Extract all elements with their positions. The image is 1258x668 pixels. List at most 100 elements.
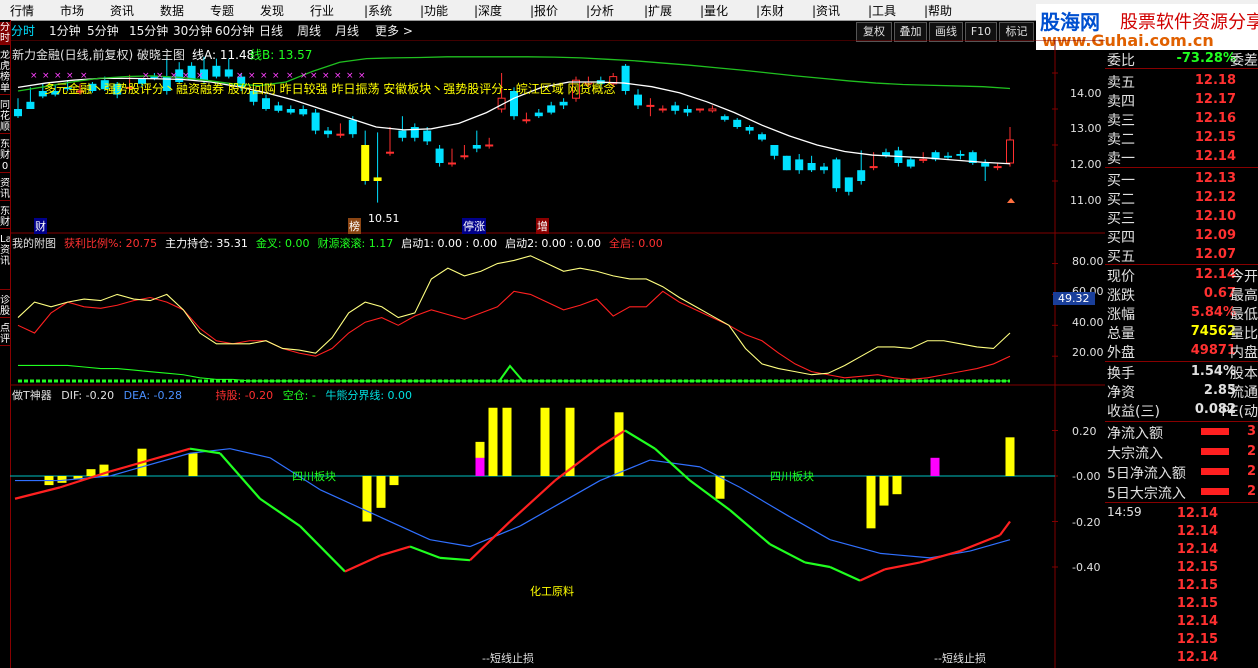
toolbar-button[interactable]: 标记: [999, 22, 1034, 42]
candle-body: [658, 108, 667, 111]
tick-price: 12.15: [1176, 632, 1218, 647]
dif-line: [554, 445, 601, 482]
timeframe-0[interactable]: 分时: [11, 22, 35, 39]
candle-body: [435, 148, 444, 163]
menu-item[interactable]: |资讯: [812, 2, 840, 19]
candle-body: [460, 155, 469, 158]
candle-body: [311, 112, 320, 131]
sub2-dea: DEA: -0.28: [123, 389, 183, 402]
candle-body: [820, 166, 828, 171]
left-tab[interactable]: 东财0: [0, 139, 10, 173]
sub1-header: 我的附图 获利比例%: 20.75 主力持仓: 35.31 金叉: 0.00 财源滚滚:…: [12, 235, 671, 251]
menu-item[interactable]: |帮助: [924, 2, 952, 19]
menu-item[interactable]: |量化: [700, 2, 728, 19]
menu-item[interactable]: |深度: [474, 2, 502, 19]
sub2-y-label: -0.40: [1072, 561, 1101, 574]
bid-value: 12.09: [1194, 228, 1236, 243]
menu-item[interactable]: 市场: [60, 2, 84, 19]
left-tab[interactable]: 东财: [0, 206, 10, 229]
toolbar-button[interactable]: 画线: [929, 22, 963, 42]
bid-label: 买五: [1107, 249, 1135, 265]
flow-label: 5日净流入额: [1107, 466, 1186, 482]
flow-value: 2: [1246, 484, 1256, 499]
candle-body: [485, 144, 494, 147]
candle-body: [472, 145, 481, 149]
candle-body: [696, 108, 704, 111]
committee-label: 委比: [1107, 53, 1135, 69]
bid-label: 买三: [1107, 211, 1135, 227]
candle-body: [944, 155, 952, 158]
candle-body: [634, 94, 642, 106]
sub1-y-label: 80.00: [1072, 255, 1104, 268]
left-tab[interactable]: 龙虎榜单: [0, 50, 10, 95]
stat-label: 涨跌: [1107, 288, 1135, 304]
left-tab[interactable]: Lad资讯: [0, 234, 10, 290]
t-bar: [188, 453, 198, 476]
candle-body: [212, 65, 221, 77]
menu-item[interactable]: |工具: [868, 2, 896, 19]
timeframe-5[interactable]: 60分钟: [215, 22, 254, 39]
toolbar-button[interactable]: 复权: [856, 22, 892, 42]
toolbar-button[interactable]: F10: [965, 22, 997, 42]
main-y-label: 14.00: [1070, 87, 1102, 100]
main-y-label: 11.00: [1070, 194, 1102, 207]
left-tab[interactable]: 点评: [0, 323, 10, 346]
board-label: 四川板块: [292, 470, 336, 483]
timeframe-1[interactable]: 1分钟: [49, 22, 81, 39]
sub2-y-label: 0.20: [1072, 425, 1097, 438]
menu-item[interactable]: 行业: [310, 2, 334, 19]
left-tab[interactable]: 分时: [0, 22, 10, 45]
dif-line: [769, 543, 806, 564]
menu-item[interactable]: |系统: [364, 2, 392, 19]
timeframe-4[interactable]: 30分钟: [173, 22, 212, 39]
menu-item[interactable]: |报价: [530, 2, 558, 19]
committee-value: -73.28%: [1176, 51, 1236, 66]
stat2-right-label: 股本: [1230, 366, 1258, 382]
quote-panel: 委比 -73.28% 委差 卖五 12.18 卖四 12.17 卖三 12.16 卖二 12.15 卖…: [1105, 50, 1258, 668]
candle-body: [336, 133, 345, 136]
candle-body: [770, 145, 779, 156]
menu-item[interactable]: 资讯: [110, 2, 134, 19]
committee-right-label: 委差: [1230, 53, 1258, 69]
last-price-arrow: [1007, 198, 1015, 203]
concept-tags: 多元金融丶强势股评分丶融资融券 股份回购 昨日较强 昨日振荡 安徽板块丶强势股评…: [44, 82, 616, 96]
tick-price: 12.15: [1176, 596, 1218, 611]
menu-item[interactable]: 专题: [210, 2, 234, 19]
tick-price: 12.14: [1176, 506, 1218, 521]
profit-ratio-line: [17, 290, 1011, 380]
main-chart-title: 新力金融(日线,前复权) 破晓主图: [12, 48, 185, 62]
stat-right-label: 最低: [1230, 307, 1258, 323]
timeframe-2[interactable]: 5分钟: [87, 22, 119, 39]
candle-body: [683, 109, 692, 113]
timeframe-3[interactable]: 15分钟: [129, 22, 168, 39]
candle-body: [919, 158, 928, 161]
left-tab[interactable]: 诊股: [0, 295, 10, 318]
chart-area[interactable]: × × × × × × × × × × × × × × × × × × × × ×: [10, 40, 1105, 668]
candle-body: [844, 177, 853, 192]
menu-item[interactable]: 行情: [10, 2, 34, 19]
dif-line: [859, 568, 886, 582]
timeframe-9[interactable]: 更多 >: [375, 22, 413, 39]
sub2-bull: 牛熊分界线: 0.00: [325, 389, 413, 402]
toolbar-button[interactable]: 叠加: [894, 22, 927, 42]
menu-item[interactable]: |分析: [586, 2, 614, 19]
left-tab[interactable]: 资讯: [0, 178, 10, 201]
tick-time: 14:59: [1107, 505, 1142, 519]
dif-line: [509, 479, 556, 523]
timeframe-7[interactable]: 周线: [297, 22, 321, 39]
menu-item[interactable]: |东财: [756, 2, 784, 19]
stat2-label: 净资: [1107, 385, 1135, 401]
menu-item[interactable]: |功能: [420, 2, 448, 19]
timeframe-8[interactable]: 月线: [335, 22, 359, 39]
candle-body: [274, 105, 283, 111]
menu-item[interactable]: 发现: [260, 2, 284, 19]
ask-value: 12.16: [1194, 111, 1236, 126]
sub2-y-label: -0.00: [1072, 470, 1101, 483]
menu-item[interactable]: 数据: [160, 2, 184, 19]
candle-body: [386, 151, 394, 154]
dif-line: [469, 520, 511, 561]
left-tab[interactable]: 同花顺: [0, 100, 10, 134]
menu-item[interactable]: |扩展: [644, 2, 672, 19]
t-bar: [866, 476, 876, 529]
timeframe-6[interactable]: 日线: [259, 22, 283, 39]
